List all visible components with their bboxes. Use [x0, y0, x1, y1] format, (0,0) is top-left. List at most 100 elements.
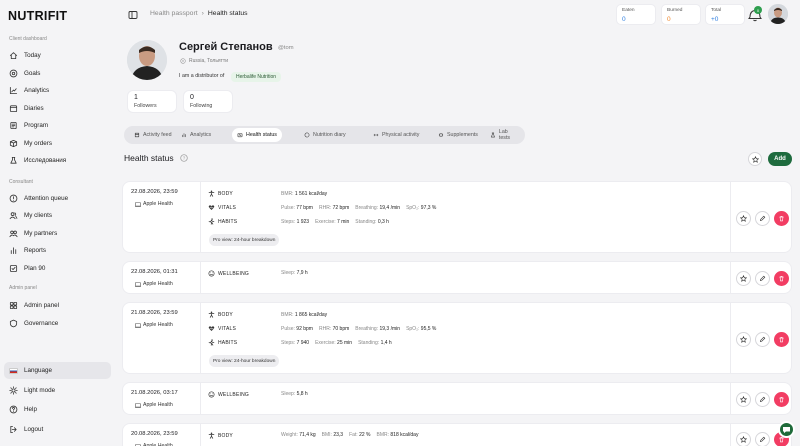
wellbeing-icon [208, 391, 215, 398]
favorite-button[interactable] [736, 392, 751, 407]
section-title: Health status [124, 153, 174, 163]
card-divider [200, 424, 201, 446]
metric-item: Exercise: 7 min [315, 219, 349, 225]
nutrifit-logo[interactable]: NUTRIFIT [8, 9, 67, 23]
favorite-button[interactable] [736, 211, 751, 226]
metric-item: Pulse: 77 bpm [281, 205, 313, 211]
sidebar-item-diaries[interactable]: Diaries [4, 100, 111, 117]
tab-label: Physical activity [382, 132, 420, 138]
user-avatar[interactable] [768, 4, 788, 24]
health-record-card[interactable]: 21.08.2026, 03:17 Apple Health WELLBEING Sl… [122, 382, 792, 415]
counter-value: +0 [711, 16, 719, 23]
followers-card[interactable]: 1 Followers [127, 90, 177, 113]
following-card[interactable]: 0 Following [183, 90, 233, 113]
tab-analytics[interactable]: Analytics [176, 128, 216, 142]
metric-label: Sleep: [281, 269, 296, 276]
distributor-label: I am a distributor of [179, 73, 225, 79]
sidebar-item-program[interactable]: Program [4, 117, 111, 134]
sidebar-item-plan-90[interactable]: Plan 90 [4, 260, 111, 277]
sidebar-item-label: Admin panel [24, 302, 60, 309]
analytics-icon [9, 86, 18, 95]
tab-label: Activity feed [143, 132, 172, 138]
tab-activity-feed[interactable]: Activity feed [129, 128, 177, 142]
metric-category: WELLBEING [218, 270, 249, 277]
svg-text:?: ? [183, 156, 186, 161]
sidebar-item-label: Analytics [24, 87, 50, 94]
clients-icon [9, 212, 18, 220]
pencil-icon [760, 336, 766, 342]
pro-view-button[interactable]: Pro view: 24-hour breakdown [209, 234, 280, 246]
star-icon [740, 396, 747, 403]
chat-widget-button[interactable] [778, 421, 795, 438]
sidebar-item-admin-panel[interactable]: Admin panel [4, 297, 111, 314]
sidebar-item-language[interactable]: Language [4, 362, 111, 379]
tab-lab-tests[interactable]: Lab tests [485, 128, 525, 142]
sidebar-item-governance[interactable]: Governance [4, 315, 111, 332]
sidebar-item-light-mode[interactable]: Light mode [4, 382, 111, 399]
health-record-card[interactable]: 22.08.2026, 23:59 Apple Health BODY BMR: 1 … [122, 181, 792, 253]
sidebar-item-today[interactable]: Today [4, 47, 111, 64]
delete-button[interactable] [774, 392, 789, 407]
edit-button[interactable] [755, 432, 770, 446]
edit-button[interactable] [755, 332, 770, 347]
favorite-button[interactable] [736, 432, 751, 446]
breadcrumb-health-status: Health status [207, 10, 248, 17]
favorites-filter-button[interactable] [748, 152, 762, 166]
favorite-button[interactable] [736, 332, 751, 347]
breadcrumb-health-passport[interactable]: Health passport [150, 10, 198, 17]
metric-item: Standing: 0,3 h [355, 219, 389, 225]
supplements-tab-icon [438, 133, 444, 137]
pro-view-button[interactable]: Pro view: 24-hour breakdown [209, 355, 280, 367]
location-pin-icon [180, 58, 186, 64]
profile-avatar[interactable] [127, 40, 167, 80]
distributor-chip[interactable]: Herbalife Nutrition [231, 72, 282, 82]
card-divider [730, 303, 731, 373]
add-button[interactable]: Add [768, 152, 792, 166]
sidebar-item-my-partners[interactable]: My partners [4, 225, 111, 242]
counter-burned[interactable]: Burned 0 [661, 4, 701, 25]
record-source: Apple Health [135, 402, 173, 408]
counter-label: Total [711, 8, 722, 13]
tab-label: Supplements [447, 132, 478, 138]
metric-item: BMR: 818 kcal/day [377, 432, 419, 438]
metric-row-body: BODY Weight: 71,4 kg BMI: 23,3 Fat: 22 % BMR… [208, 432, 418, 439]
counter-total[interactable]: Total +0 [705, 4, 745, 25]
health-record-card[interactable]: 22.08.2026, 01:31 Apple Health WELLBEING Sl… [122, 261, 792, 294]
edit-button[interactable] [755, 392, 770, 407]
sidebar-item-label: Governance [24, 320, 59, 327]
counter-eaten[interactable]: Eaten 0 [616, 4, 656, 25]
health-record-card[interactable]: 21.08.2026, 23:59 Apple Health BODY BMR: 1 … [122, 302, 792, 374]
health-record-card[interactable]: 20.08.2026, 23:59 Apple Health BODY Weight:… [122, 423, 792, 446]
edit-button[interactable] [755, 211, 770, 226]
sidebar-item-attention-queue[interactable]: Attention queue [4, 190, 111, 207]
sidebar-item-logout[interactable]: Logout [4, 421, 111, 438]
tab-physical-activity[interactable]: Physical activity [368, 128, 424, 142]
sidebar-item-my-clients[interactable]: My clients [4, 207, 111, 224]
governance-icon [9, 319, 18, 328]
metric-category: HABITS [218, 339, 238, 346]
sidebar-item-goals[interactable]: Goals [4, 65, 111, 82]
metric-label: Steps: [281, 339, 296, 346]
following-label: Following [190, 103, 213, 109]
sidebar-item-analytics[interactable]: Analytics [4, 82, 111, 99]
delete-button[interactable] [774, 211, 789, 226]
favorite-button[interactable] [736, 271, 751, 286]
breadcrumb: Health passport › Health status [150, 10, 248, 17]
metric-value: 97,3 % [420, 204, 437, 211]
edit-button[interactable] [755, 271, 770, 286]
tab-health-status[interactable]: Health status [232, 128, 282, 142]
tab-supplements[interactable]: Supplements [433, 128, 483, 142]
sidebar-item-my-orders[interactable]: My orders [4, 135, 111, 152]
sidebar-item-reports[interactable]: Reports [4, 242, 111, 259]
sidebar-toggle-icon[interactable] [128, 10, 138, 20]
metric-category: WELLBEING [218, 391, 249, 398]
help-circle-icon[interactable]: ? [180, 154, 188, 162]
tab-nutrition-diary[interactable]: Nutrition diary [299, 128, 351, 142]
metric-row-vitals: VITALS Pulse: 92 bpm RHR: 70 bpm Breathing:… [208, 325, 436, 332]
delete-button[interactable] [774, 271, 789, 286]
sidebar-item-label: Light mode [24, 387, 56, 394]
card-divider [200, 262, 201, 293]
delete-button[interactable] [774, 332, 789, 347]
sidebar-item-help[interactable]: Help [4, 401, 111, 418]
sidebar-item-исследования[interactable]: Исследования [4, 152, 111, 169]
